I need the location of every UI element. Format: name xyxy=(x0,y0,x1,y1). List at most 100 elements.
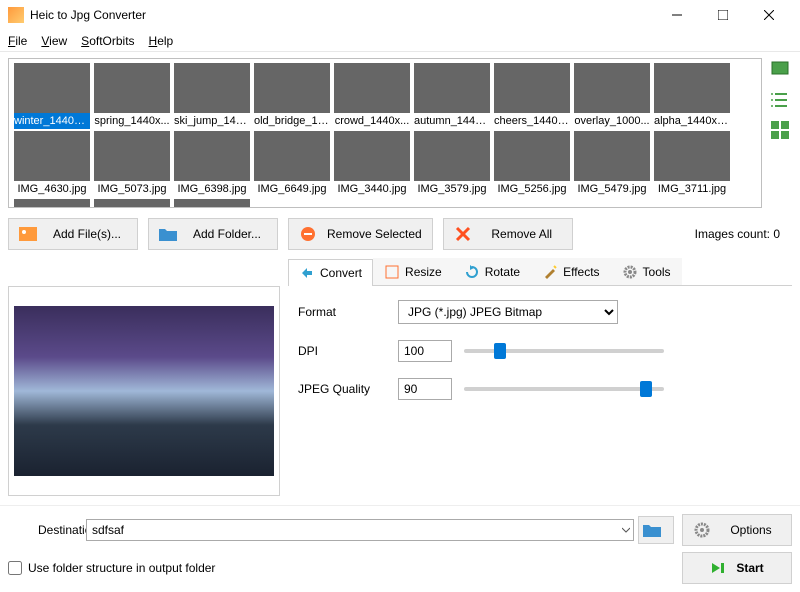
thumbnail-item[interactable]: IMG_3579.jpg xyxy=(413,131,491,197)
thumbnail-item[interactable]: overlay_1000... xyxy=(573,63,651,129)
close-button[interactable] xyxy=(746,0,792,30)
thumbnail-label: IMG_6398.jpg xyxy=(174,181,250,197)
tab-convert[interactable]: Convert xyxy=(288,259,373,286)
thumbnail-item[interactable]: IMG_5479.jpg xyxy=(573,131,651,197)
dpi-input[interactable] xyxy=(398,340,452,362)
quality-input[interactable] xyxy=(398,378,452,400)
tab-resize[interactable]: Resize xyxy=(373,258,453,285)
app-icon xyxy=(8,7,24,23)
tab-rotate[interactable]: Rotate xyxy=(453,258,531,285)
thumbnail-label: IMG_3579.jpg xyxy=(414,181,490,197)
chevron-down-icon[interactable] xyxy=(622,526,630,534)
quality-label: JPEG Quality xyxy=(298,382,388,396)
thumbnail-label: crowd_1440x... xyxy=(334,113,410,129)
dpi-label: DPI xyxy=(298,344,388,358)
remove-icon xyxy=(299,225,317,243)
menubar: File View SoftOrbits Help xyxy=(0,30,800,52)
quality-slider[interactable] xyxy=(464,387,664,391)
images-count-label: Images count: 0 xyxy=(695,227,792,241)
thumbnail-image xyxy=(414,131,490,181)
thumbnail-label: IMG_3711.jpg xyxy=(654,181,730,197)
thumbnail-label: old_bridge_14... xyxy=(254,113,330,129)
rotate-icon xyxy=(464,264,480,280)
thumbnail-item[interactable]: IMG_6649.jpg xyxy=(253,131,331,197)
thumbnail-item[interactable]: winter_1440x960.heic xyxy=(13,63,91,129)
dpi-slider[interactable] xyxy=(464,349,664,353)
add-folder-button[interactable]: Add Folder... xyxy=(148,218,278,250)
thumbnail-gallery[interactable]: winter_1440x960.heicspring_1440x...ski_j… xyxy=(8,58,762,208)
thumbnail-image xyxy=(334,63,410,113)
thumbnail-image xyxy=(654,63,730,113)
menu-file[interactable]: File xyxy=(8,34,27,48)
gear-icon xyxy=(622,264,638,280)
thumbnail-image xyxy=(94,131,170,181)
window-title: Heic to Jpg Converter xyxy=(30,8,654,22)
thumbnail-image xyxy=(14,131,90,181)
folder-icon xyxy=(159,225,177,243)
thumbnail-item[interactable]: old_bridge_14... xyxy=(253,63,331,129)
folder-open-icon xyxy=(643,521,661,539)
start-button[interactable]: Start xyxy=(682,552,792,584)
add-files-button[interactable]: Add File(s)... xyxy=(8,218,138,250)
remove-selected-button[interactable]: Remove Selected xyxy=(288,218,433,250)
menu-help[interactable]: Help xyxy=(149,34,174,48)
thumbnail-image xyxy=(94,199,170,208)
browse-destination-button[interactable] xyxy=(638,516,674,544)
thumbnail-label: IMG_5073.jpg xyxy=(94,181,170,197)
thumbnail-item[interactable]: IMG_4630.jpg xyxy=(13,131,91,197)
view-list-icon[interactable] xyxy=(768,88,792,112)
thumbnail-label: IMG_6649.jpg xyxy=(254,181,330,197)
thumbnail-item[interactable]: IMG_5073.jpg xyxy=(93,131,171,197)
thumbnail-item[interactable]: cheers_1440x... xyxy=(493,63,571,129)
remove-all-button[interactable]: Remove All xyxy=(443,218,573,250)
thumbnail-item[interactable]: spring_1440x... xyxy=(93,63,171,129)
thumbnail-item[interactable]: IMG_3711.jpg xyxy=(653,131,731,197)
preview-image xyxy=(14,306,274,476)
thumbnail-item[interactable] xyxy=(173,199,251,208)
thumbnail-image xyxy=(254,131,330,181)
maximize-button[interactable] xyxy=(700,0,746,30)
thumbnail-image xyxy=(94,63,170,113)
format-select[interactable]: JPG (*.jpg) JPEG Bitmap xyxy=(398,300,618,324)
convert-icon xyxy=(299,265,315,281)
thumbnail-image xyxy=(574,63,650,113)
thumbnail-image xyxy=(254,63,330,113)
thumbnail-item[interactable]: IMG_6398.jpg xyxy=(173,131,251,197)
menu-softorbits[interactable]: SoftOrbits xyxy=(81,34,134,48)
convert-form: Format JPG (*.jpg) JPEG Bitmap DPI JPEG … xyxy=(288,286,792,414)
view-grid-icon[interactable] xyxy=(768,118,792,142)
settings-tabs: Convert Resize Rotate Effects Tools xyxy=(288,258,792,286)
thumbnail-item[interactable] xyxy=(13,199,91,208)
resize-icon xyxy=(384,264,400,280)
view-large-icon[interactable] xyxy=(768,58,792,82)
thumbnail-label: IMG_4630.jpg xyxy=(14,181,90,197)
tab-effects[interactable]: Effects xyxy=(531,258,610,285)
remove-all-icon xyxy=(454,225,472,243)
thumbnail-label: overlay_1000... xyxy=(574,113,650,129)
thumbnail-image xyxy=(14,199,90,208)
image-icon xyxy=(19,225,37,243)
thumbnail-image xyxy=(334,131,410,181)
thumbnail-label: cheers_1440x... xyxy=(494,113,570,129)
minimize-button[interactable] xyxy=(654,0,700,30)
menu-view[interactable]: View xyxy=(41,34,67,48)
thumbnail-item[interactable]: autumn_1440... xyxy=(413,63,491,129)
thumbnail-item[interactable]: IMG_5256.jpg xyxy=(493,131,571,197)
thumbnail-label: autumn_1440... xyxy=(414,113,490,129)
thumbnail-label: IMG_3440.jpg xyxy=(334,181,410,197)
thumbnail-item[interactable]: IMG_3440.jpg xyxy=(333,131,411,197)
tab-tools[interactable]: Tools xyxy=(611,258,682,285)
use-folder-structure-checkbox[interactable] xyxy=(8,561,22,575)
preview-pane xyxy=(8,286,280,496)
options-button[interactable]: Options xyxy=(682,514,792,546)
bottom-bar: Destination Options Use folder structure… xyxy=(0,505,800,592)
gear-icon xyxy=(693,521,711,539)
thumbnail-item[interactable]: crowd_1440x... xyxy=(333,63,411,129)
thumbnail-label: IMG_5479.jpg xyxy=(574,181,650,197)
thumbnail-item[interactable]: ski_jump_144... xyxy=(173,63,251,129)
thumbnail-item[interactable]: alpha_1440x9... xyxy=(653,63,731,129)
thumbnail-item[interactable] xyxy=(93,199,171,208)
thumbnail-image xyxy=(14,63,90,113)
destination-input[interactable] xyxy=(86,519,634,541)
titlebar: Heic to Jpg Converter xyxy=(0,0,800,30)
